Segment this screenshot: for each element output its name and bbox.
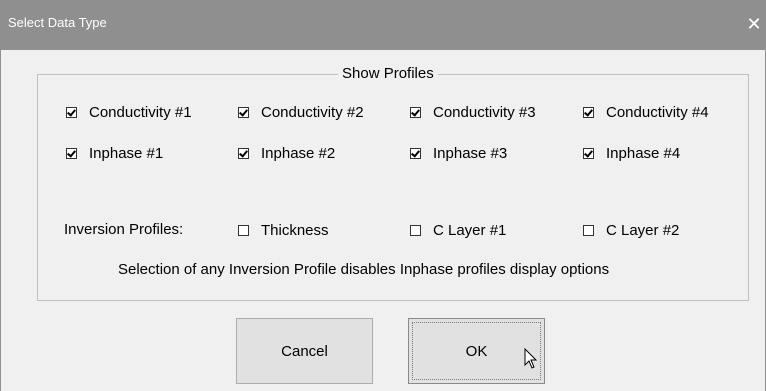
checkbox-box[interactable] [238, 225, 249, 236]
checkbox-inphase-4[interactable]: Inphase #4 [583, 145, 680, 162]
title-bar: Select Data Type ✕ [0, 0, 766, 50]
checkbox-c-layer-2[interactable]: C Layer #2 [583, 222, 679, 239]
checkbox-label: Inphase #4 [606, 145, 681, 162]
checkbox-c-layer-1[interactable]: C Layer #1 [410, 222, 506, 239]
checkbox-box[interactable] [410, 107, 421, 118]
checkbox-label: Conductivity #3 [433, 104, 536, 121]
window-title: Select Data Type [8, 15, 107, 30]
checkbox-box[interactable] [238, 107, 249, 118]
checkbox-box[interactable] [66, 107, 77, 118]
checkbox-label: Conductivity #2 [261, 104, 364, 121]
cancel-button[interactable]: Cancel [236, 318, 373, 384]
checkbox-label: Conductivity #4 [606, 104, 709, 121]
checkbox-box[interactable] [410, 148, 421, 159]
checkbox-conductivity-1[interactable]: Conductivity #1 [66, 104, 192, 121]
checkbox-label: Conductivity #1 [89, 104, 192, 121]
checkbox-box[interactable] [410, 225, 421, 236]
checkbox-label: Inphase #2 [261, 145, 336, 162]
checkbox-box[interactable] [583, 225, 594, 236]
checkbox-box[interactable] [238, 148, 249, 159]
checkbox-box[interactable] [583, 107, 594, 118]
checkbox-conductivity-4[interactable]: Conductivity #4 [583, 104, 709, 121]
ok-button-label: OK [465, 342, 488, 360]
checkbox-label: C Layer #2 [606, 222, 680, 239]
groupbox-legend: Show Profiles [338, 65, 438, 82]
inversion-note: Selection of any Inversion Profile disab… [118, 261, 610, 278]
checkbox-box[interactable] [66, 148, 77, 159]
checkbox-thickness[interactable]: Thickness [238, 222, 329, 239]
checkbox-inphase-3[interactable]: Inphase #3 [410, 145, 507, 162]
checkbox-label: Inphase #3 [433, 145, 508, 162]
close-icon[interactable]: ✕ [742, 0, 766, 50]
mouse-cursor-icon [524, 348, 538, 369]
checkbox-conductivity-3[interactable]: Conductivity #3 [410, 104, 536, 121]
checkbox-box[interactable] [583, 148, 594, 159]
checkbox-inphase-2[interactable]: Inphase #2 [238, 145, 335, 162]
checkbox-label: C Layer #1 [433, 222, 507, 239]
checkbox-label: Thickness [261, 222, 329, 239]
checkbox-conductivity-2[interactable]: Conductivity #2 [238, 104, 364, 121]
inversion-profiles-label: Inversion Profiles: [64, 221, 184, 238]
checkbox-inphase-1[interactable]: Inphase #1 [66, 145, 163, 162]
checkbox-label: Inphase #1 [89, 145, 164, 162]
